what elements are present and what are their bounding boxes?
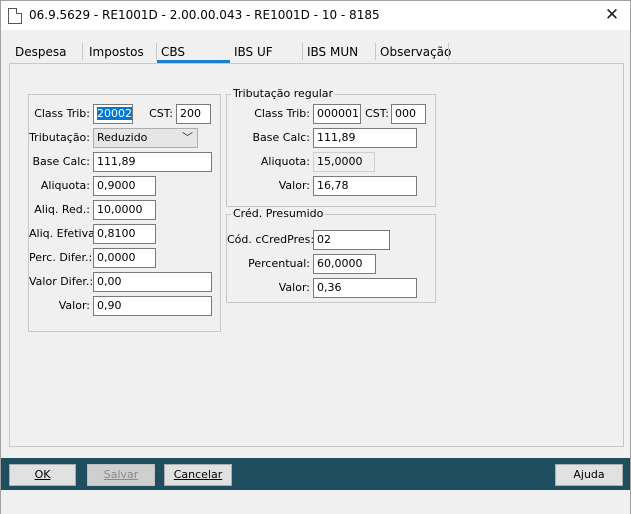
tab-label: CBS (161, 45, 186, 59)
chevron-down-icon: ﹀ (182, 131, 193, 144)
aliquota-label: Aliquota: (40, 179, 90, 192)
title-bar: 06.9.5629 - RE1001D - 2.00.00.043 - RE10… (1, 1, 630, 30)
document-icon (8, 8, 22, 24)
percentual-label: Percentual: (248, 257, 310, 270)
tab-cbs[interactable]: CBS (157, 41, 230, 63)
reg-cst-label: CST: (365, 107, 389, 120)
cod-ccredpres-input[interactable]: 02 (313, 230, 390, 250)
reg-valor-input[interactable]: 16,78 (313, 176, 417, 196)
cst-input[interactable]: 200 (176, 104, 211, 124)
tab-despesa[interactable]: Despesa (9, 41, 83, 63)
reg-cst-input[interactable]: 000 (391, 104, 426, 124)
class-trib-value: 200022 (97, 107, 132, 120)
tab-ibs-mun[interactable]: IBS MUN (303, 41, 376, 63)
reg-base-calc-label: Base Calc: (252, 131, 310, 144)
cred-presumido-group: Créd. Presumido Cód. cCredPres: 02 Perce… (226, 207, 436, 303)
window-title: 06.9.5629 - RE1001D - 2.00.00.043 - RE10… (29, 8, 380, 22)
cancelar-button[interactable]: Cancelar (164, 464, 232, 486)
status-bar (1, 490, 630, 514)
tributacao-select[interactable]: Reduzido ﹀ (93, 128, 198, 148)
button-bar: OK Salvar Cancelar Ajuda (1, 458, 630, 490)
reg-valor-label: Valor: (278, 179, 310, 192)
reg-aliquota-input: 15,0000 (313, 152, 375, 172)
cod-ccredpres-label: Cód. cCredPres: (227, 233, 315, 246)
reg-class-trib-label: Class Trib: (254, 107, 310, 120)
cred-valor-label: Valor: (278, 281, 310, 294)
ajuda-button[interactable]: Ajuda (555, 464, 623, 486)
dialog-window: 06.9.5629 - RE1001D - 2.00.00.043 - RE10… (0, 0, 631, 514)
cbs-group: Class Trib: 200022 CST: 200 Tributação: … (28, 94, 221, 332)
tributacao-value: Reduzido (97, 131, 148, 144)
tributacao-label: Tributação: (29, 131, 90, 144)
valor-difer-input[interactable]: 0,00 (93, 272, 212, 292)
class-trib-input[interactable]: 200022 (93, 104, 133, 124)
tab-content-panel: Class Trib: 200022 CST: 200 Tributação: … (9, 63, 624, 447)
tab-impostos[interactable]: Impostos (83, 41, 157, 63)
valor-difer-label: Valor Difer.: (29, 275, 94, 288)
aliq-efetiva-label: Aliq. Efetiva: (29, 227, 99, 240)
tab-bar: Despesa Impostos CBS IBS UF IBS MUN Obse… (9, 41, 629, 63)
ok-label: OK (34, 468, 51, 481)
class-trib-label: Class Trib: (34, 107, 90, 120)
base-calc-input[interactable]: 111,89 (93, 152, 212, 172)
aliq-red-label: Aliq. Red.: (34, 203, 90, 216)
cst-label: CST: (149, 107, 173, 120)
percentual-input[interactable]: 60,0000 (313, 254, 376, 274)
ajuda-label: Ajuda (573, 468, 605, 481)
ok-button[interactable]: OK (9, 464, 76, 486)
reg-base-calc-input[interactable]: 111,89 (313, 128, 417, 148)
close-button[interactable]: ✕ (600, 4, 624, 26)
perc-difer-label: Perc. Difer.: (29, 251, 93, 264)
salvar-label: Salvar (103, 468, 139, 481)
cred-presumido-title: Créd. Presumido (231, 207, 326, 220)
aliq-efetiva-input[interactable]: 0,8100 (93, 224, 156, 244)
tab-label: IBS UF (234, 45, 273, 59)
valor-input[interactable]: 0,90 (93, 296, 212, 316)
tab-label: Impostos (89, 45, 144, 59)
cancelar-label: Cancelar (173, 468, 223, 481)
reg-class-trib-input[interactable]: 000001 (313, 104, 361, 124)
tab-separator (448, 43, 449, 60)
tab-label: Despesa (15, 45, 67, 59)
perc-difer-input[interactable]: 0,0000 (93, 248, 156, 268)
tab-ibs-uf[interactable]: IBS UF (230, 41, 303, 63)
tab-observacao[interactable]: Observação (376, 41, 452, 63)
tab-label: IBS MUN (307, 45, 359, 59)
valor-label: Valor: (58, 299, 90, 312)
aliquota-input[interactable]: 0,9000 (93, 176, 156, 196)
reg-aliquota-label: Aliquota: (260, 155, 310, 168)
tributacao-regular-group: Tributação regular Class Trib: 000001 CS… (226, 87, 436, 207)
base-calc-label: Base Calc: (32, 155, 90, 168)
salvar-button[interactable]: Salvar (87, 464, 155, 486)
aliq-red-input[interactable]: 10,0000 (93, 200, 156, 220)
cred-valor-input[interactable]: 0,36 (313, 278, 417, 298)
tributacao-regular-title: Tributação regular (231, 87, 336, 100)
tab-label: Observação (380, 45, 452, 59)
